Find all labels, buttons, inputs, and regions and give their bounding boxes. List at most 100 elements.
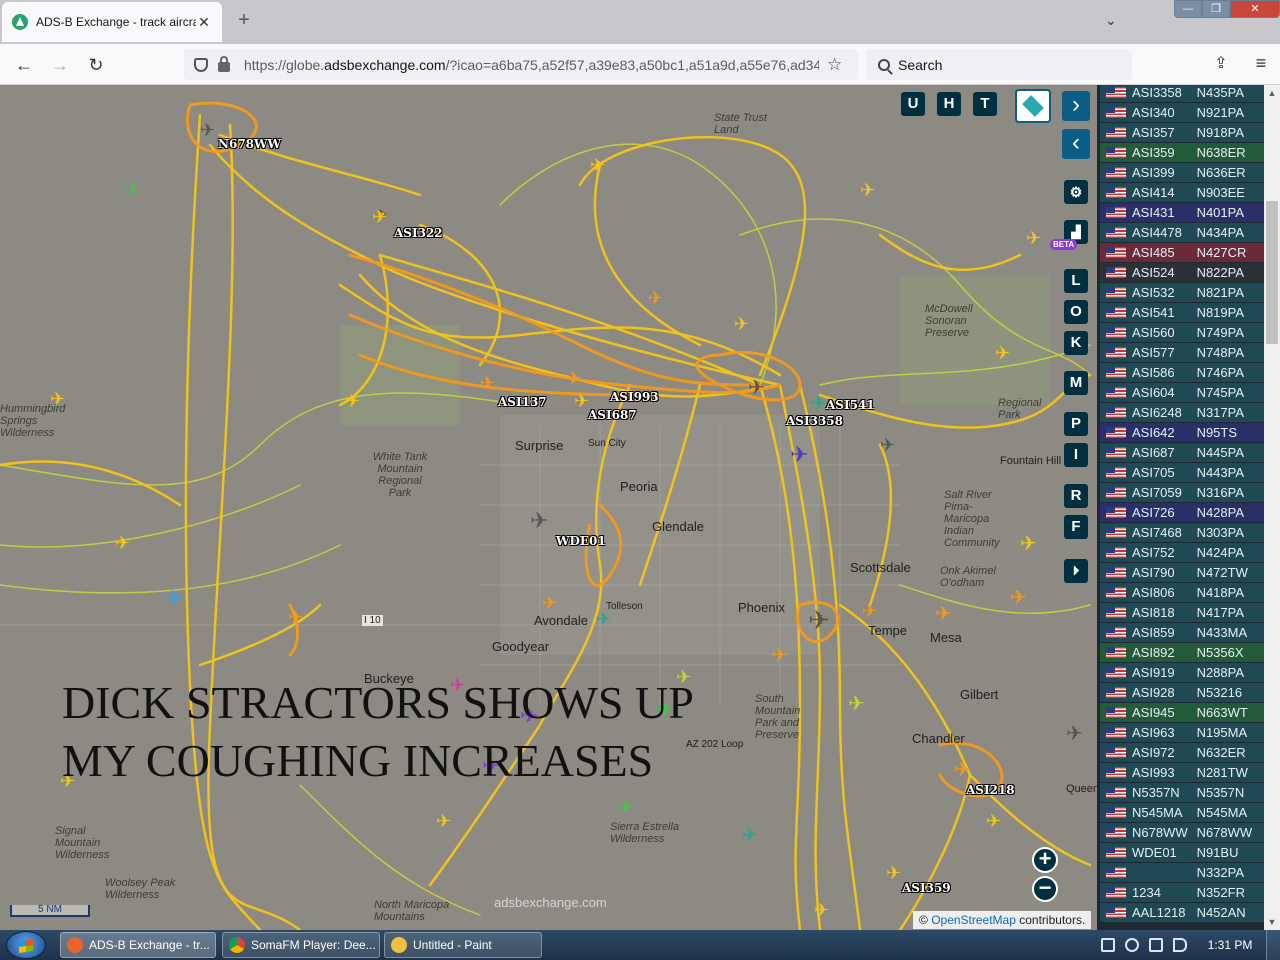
scroll-thumb[interactable] (1266, 201, 1278, 344)
scroll-up-icon[interactable]: ▲ (1264, 85, 1280, 101)
aircraft-list-row[interactable]: ASI532 N821PA (1100, 283, 1264, 302)
l-toggle-button[interactable]: L (1064, 269, 1088, 293)
maximize-button[interactable]: ❐ (1202, 0, 1230, 18)
close-window-button[interactable]: ✕ (1230, 0, 1280, 18)
volume-icon[interactable] (1173, 938, 1187, 952)
aircraft-list-row[interactable]: ASI790 N472TW (1100, 563, 1264, 582)
zoom-in-button[interactable]: + (1032, 847, 1058, 873)
aircraft-icon[interactable]: ✈ (862, 601, 877, 622)
aircraft-icon[interactable]: ✈ (848, 691, 865, 716)
aircraft-icon[interactable]: ✈ (742, 825, 757, 846)
aircraft-list-row[interactable]: ASI399 N636ER (1100, 163, 1264, 182)
aircraft-label[interactable]: ASI359 (902, 881, 951, 895)
aircraft-label[interactable]: WDE01 (556, 534, 606, 548)
tab-close-icon[interactable]: ✕ (196, 14, 212, 31)
network-icon[interactable] (1101, 938, 1115, 952)
aircraft-icon[interactable]: ✈ (530, 508, 548, 534)
aircraft-icon[interactable]: ✈ (935, 601, 952, 626)
aircraft-icon[interactable]: ✈ (125, 180, 140, 201)
taskbar-item-paint[interactable]: Untitled - Paint (384, 932, 542, 958)
aircraft-icon[interactable]: ✈ (542, 593, 557, 614)
aircraft-list-row[interactable]: ASI560 N749PA (1100, 323, 1264, 342)
url-bar[interactable]: https://globe.adsbexchange.com/?icao=a6b… (184, 49, 858, 80)
openstreetmap-link[interactable]: OpenStreetMap (931, 913, 1016, 927)
aircraft-list-row[interactable]: N332PA (1100, 863, 1264, 882)
aircraft-label[interactable]: ASI3358 (786, 414, 843, 428)
taskbar-item-chrome[interactable]: SomaFM Player: Dee... (222, 932, 380, 958)
p-toggle-button[interactable]: P (1064, 412, 1088, 436)
action-center-icon[interactable] (1149, 938, 1163, 952)
aircraft-icon[interactable]: ✈ (200, 120, 215, 141)
extensions-icon[interactable]: ⇪ (1210, 53, 1232, 75)
aircraft-icon[interactable]: ✈ (886, 863, 901, 884)
bluetooth-icon[interactable] (1125, 938, 1139, 952)
aircraft-list-row[interactable]: ASI604 N745PA (1100, 383, 1264, 402)
settings-gear-icon[interactable]: ⚙ (1064, 180, 1088, 204)
url-text[interactable]: https://globe.adsbexchange.com/?icao=a6b… (244, 57, 819, 73)
aircraft-icon[interactable]: ✈ (566, 368, 581, 389)
aircraft-list-row[interactable]: ASI431 N401PA (1100, 203, 1264, 222)
aircraft-list-row[interactable]: ASI993 N281TW (1100, 763, 1264, 782)
aircraft-list-row[interactable]: ASI485 N427CR (1100, 243, 1264, 262)
aircraft-label[interactable]: ASI541 (826, 398, 875, 412)
aircraft-icon[interactable]: ✈ (1020, 531, 1037, 556)
search-input[interactable]: Search (866, 49, 1132, 80)
aircraft-list-row[interactable]: ASI687 N445PA (1100, 443, 1264, 462)
aircraft-icon[interactable]: ✈ (734, 314, 749, 335)
h-toggle-button[interactable]: H (937, 92, 961, 116)
aircraft-list-row[interactable]: ASI359 N638ER (1100, 143, 1264, 162)
expand-panel-button[interactable]: › (1062, 91, 1090, 121)
aircraft-list-scrollbar[interactable]: ▲ ▼ (1264, 85, 1280, 930)
bookmark-star-icon[interactable]: ☆ (827, 55, 842, 75)
aircraft-icon[interactable]: ✈ (345, 391, 360, 412)
layers-icon[interactable] (1015, 89, 1051, 123)
new-tab-button[interactable]: + (234, 10, 254, 30)
aircraft-list-row[interactable]: WDE01 N91BU (1100, 843, 1264, 862)
aircraft-list-row[interactable]: ASI859 N433MA (1100, 623, 1264, 642)
aircraft-list-row[interactable]: ASI6248 N317PA (1100, 403, 1264, 422)
aircraft-icon[interactable]: ✈ (954, 757, 971, 782)
zoom-out-button[interactable]: − (1032, 876, 1058, 902)
aircraft-label[interactable]: ASI322 (394, 226, 443, 240)
aircraft-icon[interactable]: ✈ (648, 288, 663, 309)
taskbar-clock[interactable]: 1:31 PM (1200, 938, 1260, 952)
aircraft-icon[interactable]: ✈ (995, 343, 1010, 364)
aircraft-icon[interactable]: ✈ (814, 900, 829, 921)
reload-icon[interactable]: ↻ (84, 53, 108, 77)
aircraft-list-row[interactable]: ASI892 N5356X (1100, 643, 1264, 662)
start-button[interactable] (6, 931, 46, 959)
aircraft-icon[interactable]: ✈ (574, 391, 589, 412)
m-toggle-button[interactable]: M (1064, 371, 1088, 395)
aircraft-icon[interactable]: ✈ (590, 155, 605, 176)
aircraft-list-row[interactable]: ASI524 N822PA (1100, 263, 1264, 282)
aircraft-list-row[interactable]: ASI7468 N303PA (1100, 523, 1264, 542)
back-icon[interactable]: ← (12, 53, 36, 77)
aircraft-icon[interactable]: ✈ (115, 533, 130, 554)
list-all-tabs-icon[interactable]: ⌄ (1105, 12, 1117, 29)
forward-icon[interactable]: → (48, 53, 72, 77)
aircraft-list-row[interactable]: ASI818 N417PA (1100, 603, 1264, 622)
aircraft-icon[interactable]: ✈ (986, 811, 1001, 832)
aircraft-list-row[interactable]: ASI919 N288PA (1100, 663, 1264, 682)
o-toggle-button[interactable]: O (1064, 300, 1088, 324)
aircraft-list-row[interactable]: ASI642 N95TS (1100, 423, 1264, 442)
k-toggle-button[interactable]: K (1064, 331, 1088, 355)
aircraft-icon[interactable]: ✈ (810, 391, 827, 416)
aircraft-label[interactable]: ASI137 (498, 395, 547, 409)
aircraft-icon[interactable]: ✈ (790, 442, 808, 468)
aircraft-list-row[interactable]: ASI4478 N434PA (1100, 223, 1264, 242)
aircraft-list-row[interactable]: ASI972 N632ER (1100, 743, 1264, 762)
aircraft-icon[interactable]: ✈ (618, 797, 633, 818)
aircraft-label[interactable]: ASI993 (610, 390, 659, 404)
aircraft-list-row[interactable]: ASI7059 N316PA (1100, 483, 1264, 502)
aircraft-list-row[interactable]: ASI357 N918PA (1100, 123, 1264, 142)
aircraft-icon[interactable]: ✈ (1026, 228, 1041, 249)
aircraft-list-row[interactable]: N678WW N678WW (1100, 823, 1264, 842)
aircraft-icon[interactable]: ✈ (1010, 585, 1027, 610)
aircraft-icon[interactable]: ✈ (372, 207, 387, 228)
aircraft-list-row[interactable]: ASI963 N195MA (1100, 723, 1264, 742)
aircraft-list-row[interactable]: ASI541 N819PA (1100, 303, 1264, 322)
aircraft-label[interactable]: ASI687 (588, 408, 637, 422)
i-toggle-button[interactable]: I (1064, 443, 1088, 467)
taskbar-item-firefox[interactable]: ADS-B Exchange - tr... (60, 932, 216, 958)
